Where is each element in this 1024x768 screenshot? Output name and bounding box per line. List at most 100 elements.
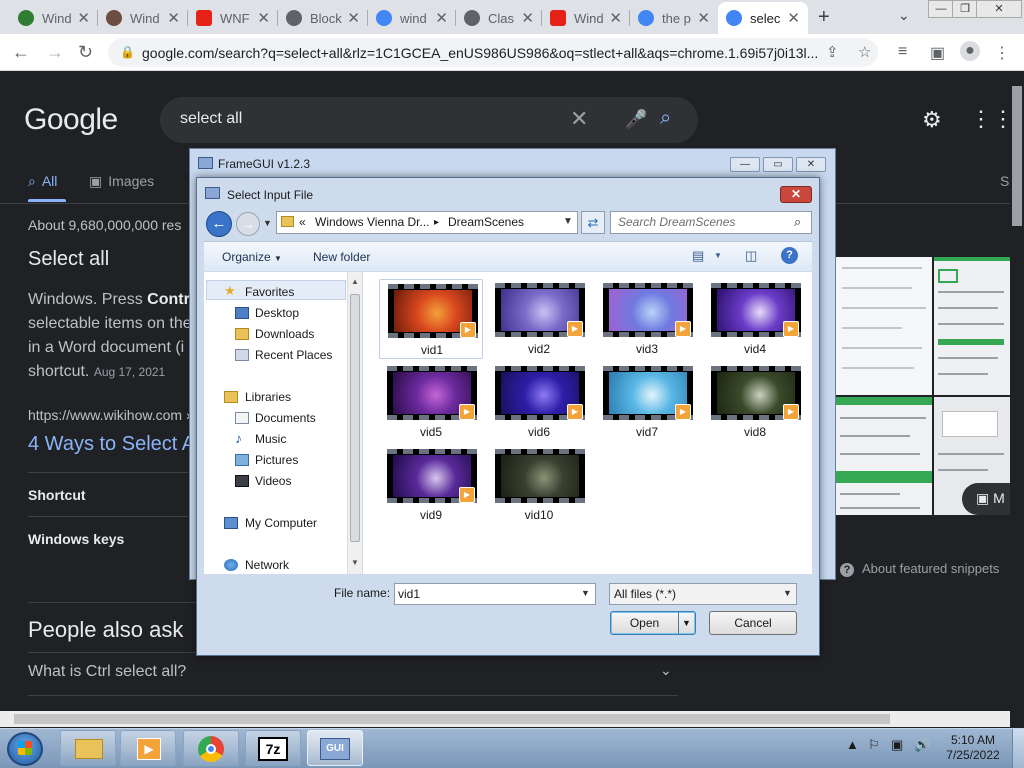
chevron-down-icon[interactable]: ▼: [714, 251, 722, 260]
google-logo[interactable]: Google: [24, 103, 118, 137]
restore-window-button[interactable]: ❐: [952, 0, 978, 18]
tab-close-icon[interactable]: ✕: [167, 9, 180, 27]
organize-button[interactable]: Organize ▼: [222, 250, 282, 264]
page-scrollbar-thumb[interactable]: [1012, 86, 1022, 226]
cancel-button[interactable]: Cancel: [709, 611, 797, 635]
nav-pane-scrollbar-thumb[interactable]: [350, 294, 360, 542]
url-text[interactable]: google.com/search?q=select+all&rlz=1C1GC…: [142, 45, 822, 61]
refresh-icon[interactable]: ⇄: [581, 211, 605, 234]
network-status-icon[interactable]: ▣: [891, 737, 903, 753]
tab-close-icon[interactable]: ✕: [787, 9, 800, 27]
breadcrumb-separator[interactable]: ▸: [434, 217, 439, 228]
action-center-icon[interactable]: ⚐: [868, 737, 880, 753]
reload-icon[interactable]: ↻: [78, 42, 93, 63]
browser-tab[interactable]: Block ✕: [278, 2, 368, 34]
browser-tab[interactable]: wind ✕: [368, 2, 456, 34]
file-item[interactable]: vid10: [487, 445, 591, 525]
tab-close-icon[interactable]: ✕: [609, 9, 622, 27]
browser-tab[interactable]: the p ✕: [630, 2, 718, 34]
taskbar-7zip[interactable]: 7z: [245, 730, 301, 766]
taskbar-media-player[interactable]: ▶: [120, 730, 176, 766]
file-item[interactable]: ▶ vid4: [703, 279, 807, 359]
filename-input[interactable]: vid1 ▼: [394, 583, 596, 605]
nav-pictures[interactable]: Pictures: [255, 453, 298, 467]
nav-network[interactable]: Network: [245, 558, 289, 572]
settings-gear-icon[interactable]: ⚙: [922, 107, 942, 133]
tab-close-icon[interactable]: ✕: [697, 9, 710, 27]
nav-music[interactable]: Music: [255, 432, 286, 446]
nav-documents[interactable]: Documents: [255, 411, 316, 425]
clear-icon[interactable]: ✕: [570, 106, 588, 132]
chevron-down-icon[interactable]: ▼: [581, 588, 590, 598]
profile-avatar-icon[interactable]: ●: [960, 41, 980, 61]
browser-tab[interactable]: Clas ✕: [456, 2, 542, 34]
file-item[interactable]: ▶ vid8: [703, 362, 807, 442]
tab-partial[interactable]: S: [1000, 173, 1009, 189]
tab-search-chevron-icon[interactable]: ⌄: [898, 7, 910, 24]
show-hidden-icons-icon[interactable]: ▲: [846, 737, 859, 752]
tab-close-icon[interactable]: ✕: [77, 9, 90, 27]
tab-close-icon[interactable]: ✕: [435, 9, 448, 27]
result-thumbnail[interactable]: [934, 257, 1010, 395]
bookmark-star-icon[interactable]: ☆: [858, 43, 871, 61]
paa-question[interactable]: What is Ctrl select all?: [28, 663, 186, 681]
browser-tab[interactable]: Wind ✕: [10, 2, 98, 34]
search-icon[interactable]: ⌕: [660, 107, 671, 130]
result-thumbnail[interactable]: [836, 257, 932, 395]
tab-close-icon[interactable]: ✕: [347, 9, 360, 27]
start-button[interactable]: [7, 732, 43, 766]
nav-desktop[interactable]: Desktop: [255, 306, 299, 320]
breadcrumb-chevrons[interactable]: «: [299, 215, 306, 229]
file-item[interactable]: ▶ vid6: [487, 362, 591, 442]
help-icon[interactable]: ?: [781, 247, 798, 264]
filename-value[interactable]: vid1: [398, 587, 420, 601]
result-thumbnail[interactable]: [836, 397, 932, 515]
nav-downloads[interactable]: Downloads: [255, 327, 314, 341]
scroll-down-arrow-icon[interactable]: ▼: [351, 558, 359, 567]
folder-search-input[interactable]: Search DreamScenes ⌕: [610, 211, 812, 234]
framegui-close-button[interactable]: ✕: [796, 157, 826, 172]
browser-tab-active[interactable]: selec ✕: [718, 2, 808, 34]
reading-list-icon[interactable]: ≡: [898, 43, 907, 61]
chevron-down-icon[interactable]: ⌄: [660, 662, 672, 679]
tab-images[interactable]: ▣ Images: [89, 173, 154, 190]
tab-close-icon[interactable]: ✕: [257, 9, 270, 27]
back-arrow-icon[interactable]: ←: [12, 42, 30, 63]
preview-pane-icon[interactable]: ◫: [745, 248, 757, 264]
change-view-icon[interactable]: ▤: [692, 248, 704, 264]
section-windows-keys[interactable]: Windows keys: [28, 531, 124, 547]
chevron-down-icon[interactable]: ▼: [783, 588, 792, 598]
chevron-down-icon[interactable]: ▼: [563, 216, 573, 227]
file-item[interactable]: ▶ vid7: [595, 362, 699, 442]
file-item[interactable]: ▶ vid3: [595, 279, 699, 359]
tab-all[interactable]: ⌕ All: [28, 173, 57, 190]
new-folder-button[interactable]: New folder: [313, 250, 370, 264]
nav-libraries[interactable]: Libraries: [245, 390, 291, 404]
nav-favorites[interactable]: Favorites: [245, 285, 294, 299]
open-button-label[interactable]: Open: [611, 612, 678, 634]
volume-icon[interactable]: 🔊: [914, 737, 930, 753]
system-clock[interactable]: 5:10 AM 7/25/2022: [940, 733, 1006, 763]
result-link[interactable]: 4 Ways to Select A: [28, 433, 195, 456]
search-icon[interactable]: ⌕: [794, 214, 801, 230]
new-tab-plus-icon[interactable]: +: [818, 6, 830, 29]
breadcrumb-item[interactable]: DreamScenes: [448, 215, 524, 229]
breadcrumb-item[interactable]: Windows Vienna Dr...: [315, 215, 430, 229]
file-item[interactable]: ▶ vid5: [379, 362, 483, 442]
forward-arrow-icon[interactable]: →: [46, 42, 64, 63]
framegui-minimize-button[interactable]: —: [730, 157, 760, 172]
recent-locations-dropdown-icon[interactable]: ▼: [263, 218, 272, 228]
file-item[interactable]: ▶ vid2: [487, 279, 591, 359]
breadcrumb[interactable]: « Windows Vienna Dr... ▸ DreamScenes ▼: [276, 211, 578, 234]
forward-arrow-icon[interactable]: →: [236, 212, 260, 236]
browser-tab[interactable]: Wind ✕: [542, 2, 630, 34]
page-horizontal-scrollbar-thumb[interactable]: [14, 714, 890, 724]
browser-tab[interactable]: WNF ✕: [188, 2, 278, 34]
nav-recent-places[interactable]: Recent Places: [255, 348, 332, 362]
file-type-select[interactable]: All files (*.*) ▼: [609, 583, 797, 605]
scroll-up-arrow-icon[interactable]: ▲: [351, 277, 359, 286]
taskbar-chrome[interactable]: [183, 730, 239, 766]
minimize-window-button[interactable]: —: [928, 0, 954, 18]
show-desktop-button[interactable]: [1012, 729, 1024, 768]
file-item[interactable]: ▶ vid9: [379, 445, 483, 525]
